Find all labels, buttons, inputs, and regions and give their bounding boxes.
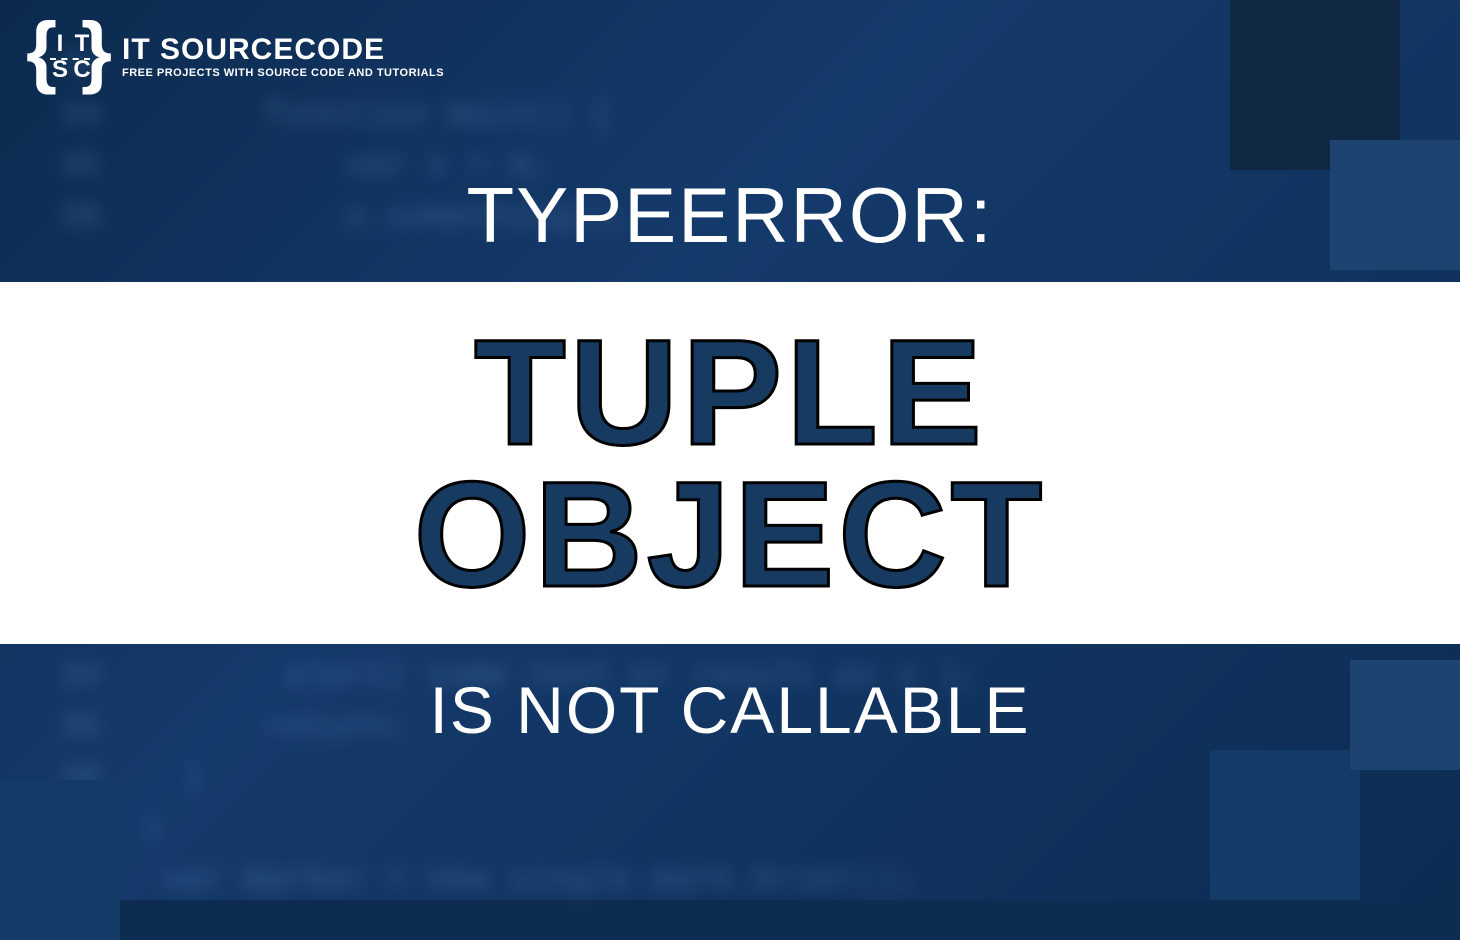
headline-mid-line1: TUPLE bbox=[414, 321, 1046, 464]
logo-letter: S bbox=[50, 58, 70, 82]
white-band: TUPLE OBJECT bbox=[0, 282, 1460, 644]
brand-name: IT SOURCECODE bbox=[122, 34, 444, 66]
logo-letter: I bbox=[50, 32, 70, 56]
deco-square bbox=[1210, 750, 1360, 900]
headline-middle: TUPLE OBJECT bbox=[414, 321, 1046, 606]
headline-bottom: IS NOT CALLABLE bbox=[0, 672, 1460, 748]
brand-tagline: FREE PROJECTS WITH SOURCE CODE AND TUTOR… bbox=[122, 68, 444, 80]
deco-square bbox=[0, 780, 120, 940]
headline-mid-line2: OBJECT bbox=[414, 463, 1046, 606]
headline-top: TYPEERROR: bbox=[0, 170, 1460, 261]
logo-mark-icon: { I T S C } bbox=[30, 22, 108, 92]
brand-logo: { I T S C } IT SOURCECODE FREE PROJECTS … bbox=[30, 22, 444, 92]
